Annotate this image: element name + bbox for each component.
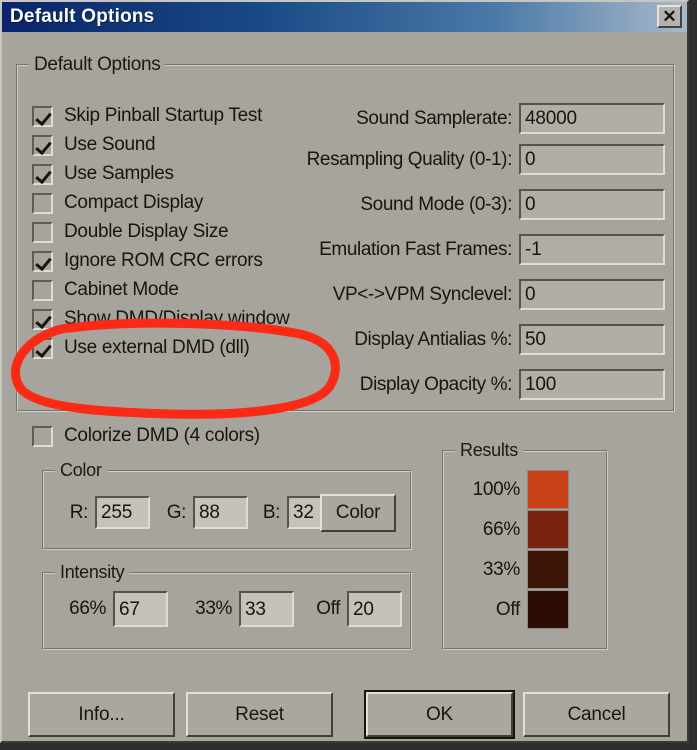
- field-display-antialias: Display Antialias %: 50: [284, 324, 665, 355]
- display-opacity-input[interactable]: 100: [519, 369, 665, 400]
- checkbox-label: Colorize DMD (4 colors): [64, 425, 260, 446]
- reset-button[interactable]: Reset: [186, 692, 333, 737]
- default-options-group-legend: Default Options: [29, 54, 166, 76]
- checkbox-label: Ignore ROM CRC errors: [64, 250, 263, 271]
- checkbox-show-dmd-display-window[interactable]: Show DMD/Display window: [32, 308, 290, 330]
- result-swatch-66: 66%: [458, 510, 569, 549]
- intensity-33-input[interactable]: 33: [239, 591, 294, 627]
- checkbox-box[interactable]: [32, 105, 53, 127]
- field-label: Display Antialias %:: [354, 328, 512, 350]
- close-icon[interactable]: ✕: [657, 5, 682, 28]
- title-bar[interactable]: Default Options ✕: [2, 2, 687, 32]
- color-group-legend: Color: [55, 460, 107, 481]
- checkbox-label: Use Samples: [64, 163, 174, 184]
- results-group-legend: Results: [455, 440, 523, 461]
- result-swatch-label: Off: [495, 598, 520, 620]
- intensity-off-input[interactable]: 20: [347, 591, 402, 627]
- default-options-dialog: Default Options ✕ Default Options Skip P…: [0, 0, 689, 743]
- sound-mode-input[interactable]: 0: [519, 189, 665, 220]
- result-swatch-color: [527, 550, 569, 589]
- checkbox-ignore-rom-crc-errors[interactable]: Ignore ROM CRC errors: [32, 250, 263, 272]
- checkbox-label: Skip Pinball Startup Test: [64, 105, 263, 126]
- checkbox-use-external-dmd-dll[interactable]: Use external DMD (dll): [32, 337, 250, 359]
- result-swatch-color: [527, 510, 569, 549]
- checkbox-label: Cabinet Mode: [64, 279, 179, 300]
- intensity-66-label: 66%: [69, 598, 106, 619]
- color-b-label: B:: [262, 501, 281, 523]
- result-swatch-label: 33%: [482, 558, 520, 580]
- info-button[interactable]: Info...: [28, 692, 175, 737]
- result-swatch-100: 100%: [458, 470, 569, 509]
- result-swatch-label: 66%: [482, 518, 520, 540]
- result-swatch-off: Off: [458, 590, 569, 629]
- checkbox-box[interactable]: [32, 425, 53, 447]
- intensity-33-field: 33% 33: [182, 591, 294, 627]
- checkbox-use-sound[interactable]: Use Sound: [32, 134, 156, 156]
- dialog-client-area: Default Options Skip Pinball Startup Tes…: [2, 32, 687, 741]
- color-r-field: R: 255: [58, 496, 150, 529]
- window-title: Default Options: [10, 6, 155, 27]
- checkbox-box[interactable]: [32, 250, 53, 272]
- checkbox-compact-display[interactable]: Compact Display: [32, 192, 203, 214]
- field-sound-mode: Sound Mode (0-3): 0: [284, 189, 665, 220]
- checkbox-label: Double Display Size: [64, 221, 229, 242]
- checkbox-colorize-dmd[interactable]: Colorize DMD (4 colors): [32, 425, 260, 447]
- checkbox-box[interactable]: [32, 308, 53, 330]
- field-label: Sound Samplerate:: [356, 107, 512, 129]
- checkbox-use-samples[interactable]: Use Samples: [32, 163, 174, 185]
- checkbox-box[interactable]: [32, 192, 53, 214]
- field-sound-samplerate: Sound Samplerate: 48000: [284, 103, 665, 134]
- checkbox-label: Show DMD/Display window: [64, 308, 290, 329]
- checkbox-box[interactable]: [32, 221, 53, 243]
- checkbox-cabinet-mode[interactable]: Cabinet Mode: [32, 279, 179, 301]
- checkbox-skip-pinball-startup-test[interactable]: Skip Pinball Startup Test: [32, 105, 262, 127]
- result-swatch-label: 100%: [472, 478, 521, 500]
- intensity-66-field: 66% 67: [54, 591, 168, 627]
- intensity-33-label: 33%: [195, 598, 232, 619]
- color-r-label: R:: [69, 501, 89, 523]
- field-label: Sound Mode (0-3):: [360, 193, 512, 215]
- cancel-button[interactable]: Cancel: [523, 692, 670, 737]
- field-label: VP<->VPM Synclevel:: [332, 283, 513, 305]
- checkbox-label: Compact Display: [64, 192, 204, 213]
- intensity-group-legend: Intensity: [55, 562, 130, 583]
- intensity-off-label: Off: [316, 598, 340, 619]
- result-swatch-color: [527, 470, 569, 509]
- display-antialias-input[interactable]: 50: [519, 324, 665, 355]
- color-r-input[interactable]: 255: [95, 496, 150, 529]
- field-resampling-quality: Resampling Quality (0-1): 0: [284, 144, 665, 175]
- color-picker-button[interactable]: Color: [320, 494, 396, 532]
- color-g-label: G:: [166, 501, 187, 523]
- field-vp-vpm-synclevel: VP<->VPM Synclevel: 0: [284, 279, 665, 310]
- result-swatch-color: [527, 590, 569, 629]
- checkbox-box[interactable]: [32, 279, 53, 301]
- field-label: Display Opacity %:: [359, 373, 513, 395]
- checkbox-box[interactable]: [32, 134, 53, 156]
- vp-vpm-synclevel-input[interactable]: 0: [519, 279, 665, 310]
- color-g-field: G: 88: [158, 496, 248, 529]
- field-emulation-fast-frames: Emulation Fast Frames: -1: [284, 234, 665, 265]
- sound-samplerate-input[interactable]: 48000: [519, 103, 665, 134]
- result-swatch-33: 33%: [458, 550, 569, 589]
- field-label: Resampling Quality (0-1):: [306, 148, 513, 170]
- field-display-opacity: Display Opacity %: 100: [284, 369, 665, 400]
- field-label: Emulation Fast Frames:: [319, 238, 512, 260]
- intensity-off-field: Off 20: [304, 591, 402, 627]
- checkbox-box[interactable]: [32, 337, 53, 359]
- resampling-quality-input[interactable]: 0: [519, 144, 665, 175]
- emulation-fast-frames-input[interactable]: -1: [519, 234, 665, 265]
- checkbox-box[interactable]: [32, 163, 53, 185]
- ok-button[interactable]: OK: [364, 690, 515, 739]
- checkbox-label: Use Sound: [64, 134, 156, 155]
- checkbox-double-display-size[interactable]: Double Display Size: [32, 221, 229, 243]
- intensity-66-input[interactable]: 67: [113, 591, 168, 627]
- checkbox-label: Use external DMD (dll): [64, 337, 250, 358]
- color-g-input[interactable]: 88: [193, 496, 248, 529]
